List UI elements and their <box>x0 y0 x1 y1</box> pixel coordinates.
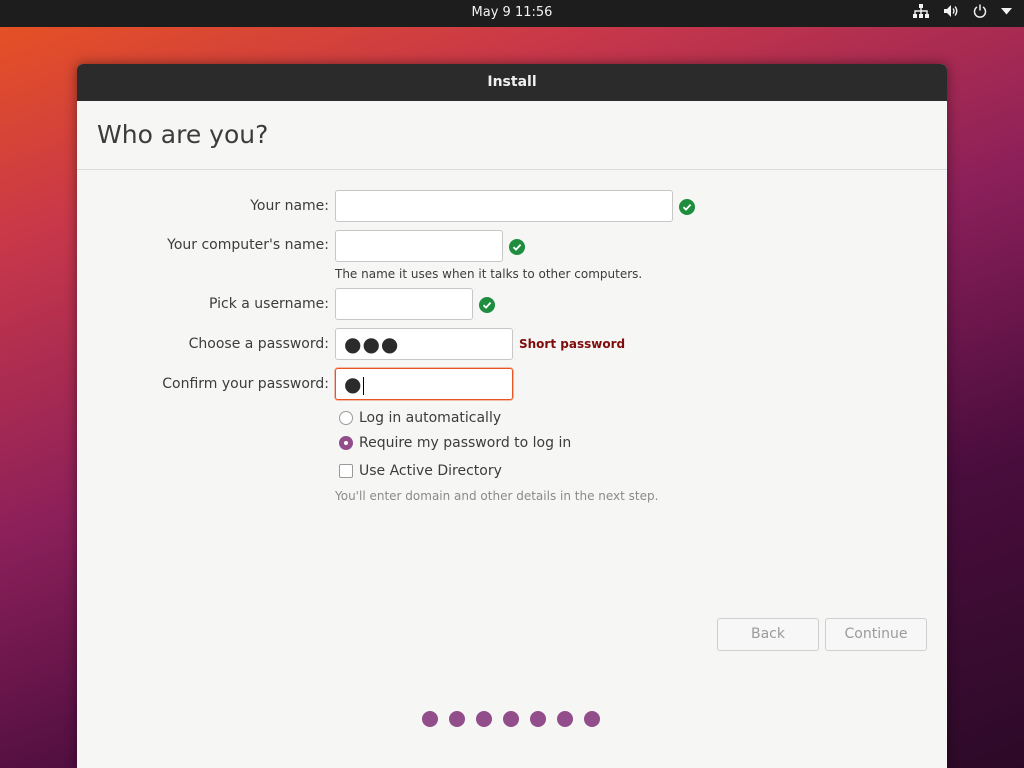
network-icon[interactable] <box>913 4 929 18</box>
username-valid-icon <box>479 297 495 313</box>
text-caret <box>363 376 365 395</box>
username-label: Pick a username: <box>208 296 329 312</box>
confirm-password-input[interactable]: ● <box>335 368 513 400</box>
progress-dot <box>557 711 573 727</box>
computer-name-label: Your computer's name: <box>167 237 329 253</box>
installer-window: Install Who are you? Your name: Your com… <box>77 64 947 768</box>
menu-arrow-icon[interactable] <box>1001 7 1012 15</box>
system-tray[interactable] <box>913 4 1012 18</box>
login-password-option[interactable]: Require my password to log in <box>339 435 571 451</box>
active-directory-hint: You'll enter domain and other details in… <box>335 489 659 503</box>
login-password-label: Require my password to log in <box>359 435 572 451</box>
power-icon[interactable] <box>973 4 987 18</box>
password-input[interactable]: ●●● <box>335 328 513 360</box>
name-input[interactable] <box>335 190 673 222</box>
clock[interactable]: May 9 11:56 <box>0 5 1024 20</box>
header-divider <box>77 169 947 170</box>
computer-name-input[interactable] <box>335 230 503 262</box>
window-title: Install <box>77 64 947 101</box>
username-input[interactable] <box>335 288 473 320</box>
confirm-password-label: Confirm your password: <box>162 376 329 392</box>
progress-dot <box>584 711 600 727</box>
back-button[interactable]: Back <box>717 618 819 651</box>
active-directory-option[interactable]: Use Active Directory <box>339 463 502 479</box>
login-auto-radio[interactable] <box>339 411 353 425</box>
progress-dot <box>476 711 492 727</box>
page-title: Who are you? <box>97 120 269 149</box>
computer-name-hint: The name it uses when it talks to other … <box>335 267 643 281</box>
login-auto-option[interactable]: Log in automatically <box>339 410 501 426</box>
active-directory-label: Use Active Directory <box>359 463 502 479</box>
confirm-password-value: ● <box>344 372 363 396</box>
top-bar: May 9 11:56 <box>0 0 1024 27</box>
progress-dot <box>449 711 465 727</box>
active-directory-checkbox[interactable] <box>339 464 353 478</box>
password-label: Choose a password: <box>188 336 329 352</box>
progress-dot <box>530 711 546 727</box>
install-progress <box>422 711 600 727</box>
login-auto-label: Log in automatically <box>359 410 502 426</box>
volume-icon[interactable] <box>943 4 959 18</box>
continue-button[interactable]: Continue <box>825 618 927 651</box>
name-label: Your name: <box>250 198 329 214</box>
computer-name-valid-icon <box>509 239 525 255</box>
name-valid-icon <box>679 199 695 215</box>
login-password-radio[interactable] <box>339 436 353 450</box>
progress-dot <box>422 711 438 727</box>
password-strength: Short password <box>519 337 626 351</box>
progress-dot <box>503 711 519 727</box>
